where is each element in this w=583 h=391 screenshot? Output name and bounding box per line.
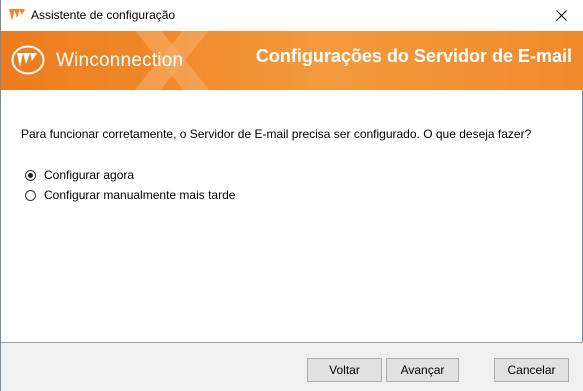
title-bar: Assistente de configuração	[1, 0, 583, 31]
button-bar: Voltar Avançar Cancelar	[1, 342, 583, 391]
radio-configure-later[interactable]	[25, 189, 36, 201]
close-icon	[555, 10, 567, 21]
close-button[interactable]	[538, 0, 583, 31]
back-button[interactable]: Voltar	[307, 358, 382, 382]
option-configure-now-label: Configurar agora	[44, 168, 135, 182]
window-title: Assistente de configuração	[31, 8, 176, 22]
option-configure-now[interactable]: Configurar agora	[25, 168, 134, 182]
logo-text: Winconnection	[56, 50, 184, 71]
option-configure-later[interactable]: Configurar manualmente mais tarde	[25, 188, 235, 202]
setup-question: Para funcionar corretamente, o Servidor …	[21, 127, 532, 141]
cancel-button[interactable]: Cancelar	[494, 358, 569, 382]
radio-configure-now[interactable]	[25, 169, 36, 181]
setup-wizard-window: Assistente de configuração Winconnection…	[0, 0, 583, 391]
option-configure-later-label: Configurar manualmente mais tarde	[44, 188, 236, 202]
winconnection-app-icon	[9, 9, 25, 21]
header-banner: Winconnection Configurações do Servidor …	[1, 31, 583, 90]
winconnection-logo-icon	[11, 45, 45, 75]
banner-title: Configurações do Servidor de E-mail	[255, 46, 572, 66]
next-button[interactable]: Avançar	[386, 358, 459, 382]
